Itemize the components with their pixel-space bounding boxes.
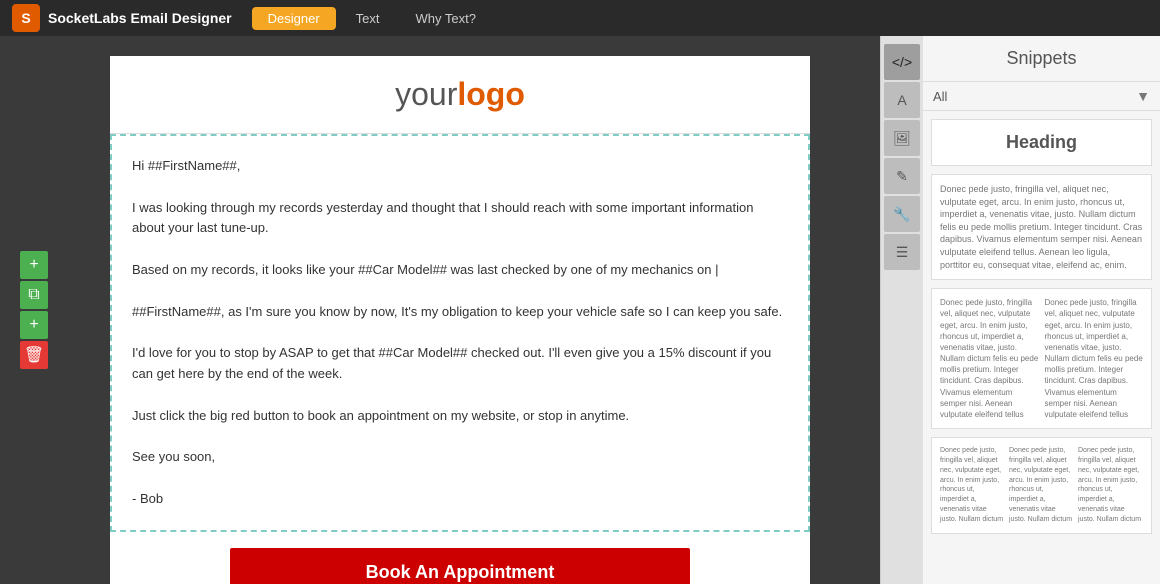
snippet-heading-block[interactable]: Heading — [931, 119, 1152, 166]
snippet-two-col-block[interactable]: Donec pede justo, fringilla vel, aliquet… — [931, 288, 1152, 429]
image-icon: 🖼 — [893, 130, 911, 147]
code-icon: </> — [892, 54, 912, 70]
email-body-line5: I'd love for you to stop by ASAP to get … — [132, 343, 788, 385]
nav-text-button[interactable]: Text — [340, 7, 396, 30]
move-block-button[interactable]: + — [20, 311, 48, 339]
sidebar-wrapper: </> A 🖼 ✎ 🔧 ☰ Snippets All ▼ — [880, 36, 1160, 584]
email-body-line2: I was looking through my records yesterd… — [132, 198, 788, 240]
snippet-text-block-1[interactable]: Donec pede justo, fringilla vel, aliquet… — [931, 174, 1152, 280]
snippets-filter-button[interactable]: ▼ — [1136, 88, 1150, 104]
snippet-col-1: Donec pede justo, fringilla vel, aliquet… — [940, 446, 1005, 524]
top-navigation: S SocketLabs Email Designer Designer Tex… — [0, 0, 1160, 36]
snippet-col-3: Donec pede justo, fringilla vel, aliquet… — [1078, 446, 1143, 524]
nav-why-text-button[interactable]: Why Text? — [400, 7, 492, 30]
email-cta-section: Book An Appointment — [110, 532, 810, 584]
email-body-signature: - Bob — [132, 489, 788, 510]
sidebar-text-icon-button[interactable]: A — [884, 82, 920, 118]
canvas-area: + ⧉ + 🗑 yourlogo Hi ##FirstName##, I was… — [0, 36, 880, 584]
logo-logo: logo — [457, 76, 525, 112]
app-title: SocketLabs Email Designer — [48, 10, 232, 26]
main-area: + ⧉ + 🗑 yourlogo Hi ##FirstName##, I was… — [0, 36, 1160, 584]
copy-block-button[interactable]: ⧉ — [20, 281, 48, 309]
snippet-col-2-text: Donec pede justo, fringilla vel, aliquet… — [1009, 446, 1074, 524]
snippet-col-2: Donec pede justo, fringilla vel, aliquet… — [1009, 446, 1074, 524]
snippet-col-1-text: Donec pede justo, fringilla vel, aliquet… — [940, 446, 1005, 524]
add-block-button[interactable]: + — [20, 251, 48, 279]
email-body-line7: See you soon, — [132, 447, 788, 468]
nav-designer-button[interactable]: Designer — [252, 7, 336, 30]
email-body-line3: Based on my records, it looks like your … — [132, 260, 788, 281]
snippet-three-col-block[interactable]: Donec pede justo, fringilla vel, aliquet… — [931, 437, 1152, 533]
email-logo-section: yourlogo — [110, 56, 810, 134]
snippets-title: Snippets — [923, 36, 1160, 82]
snippet-col-left-text: Donec pede justo, fringilla vel, aliquet… — [940, 297, 1039, 420]
snippet-col-right: Donec pede justo, fringilla vel, aliquet… — [1045, 297, 1144, 420]
snippet-col-left: Donec pede justo, fringilla vel, aliquet… — [940, 297, 1039, 420]
email-wrapper: yourlogo Hi ##FirstName##, I was looking… — [110, 56, 810, 564]
sidebar-list-icon-button[interactable]: ☰ — [884, 234, 920, 270]
email-logo-text: yourlogo — [130, 76, 790, 113]
sidebar-pen-icon-button[interactable]: ✎ — [884, 158, 920, 194]
delete-block-button[interactable]: 🗑 — [20, 341, 48, 369]
list-icon: ☰ — [896, 244, 909, 261]
logo-your: your — [395, 76, 457, 112]
snippets-filter-row: All ▼ — [923, 82, 1160, 111]
wrench-icon: 🔧 — [893, 206, 910, 223]
sidebar-wrench-icon-button[interactable]: 🔧 — [884, 196, 920, 232]
email-body-line1: Hi ##FirstName##, — [132, 156, 788, 177]
email-text-section[interactable]: Hi ##FirstName##, I was looking through … — [110, 134, 810, 532]
snippet-col-3-text: Donec pede justo, fringilla vel, aliquet… — [1078, 446, 1143, 524]
sidebar-icon-rail: </> A 🖼 ✎ 🔧 ☰ — [881, 36, 923, 584]
snippets-panel: Snippets All ▼ Heading Donec pede justo,… — [923, 36, 1160, 584]
snippet-heading-text: Heading — [944, 132, 1139, 153]
app-logo-icon: S — [12, 4, 40, 32]
sidebar-image-icon-button[interactable]: 🖼 — [884, 120, 920, 156]
logo-area: S SocketLabs Email Designer — [12, 4, 232, 32]
snippets-filter-label: All — [933, 89, 1130, 104]
snippet-text-1: Donec pede justo, fringilla vel, aliquet… — [940, 183, 1143, 271]
sidebar-code-icon-button[interactable]: </> — [884, 44, 920, 80]
email-body-line4: ##FirstName##, as I'm sure you know by n… — [132, 302, 788, 323]
left-toolbar: + ⧉ + 🗑 — [20, 251, 48, 369]
pen-icon: ✎ — [896, 168, 908, 185]
email-body-line6: Just click the big red button to book an… — [132, 406, 788, 427]
snippet-col-right-text: Donec pede justo, fringilla vel, aliquet… — [1045, 297, 1144, 420]
book-appointment-button[interactable]: Book An Appointment — [230, 548, 690, 584]
text-icon: A — [897, 92, 906, 108]
